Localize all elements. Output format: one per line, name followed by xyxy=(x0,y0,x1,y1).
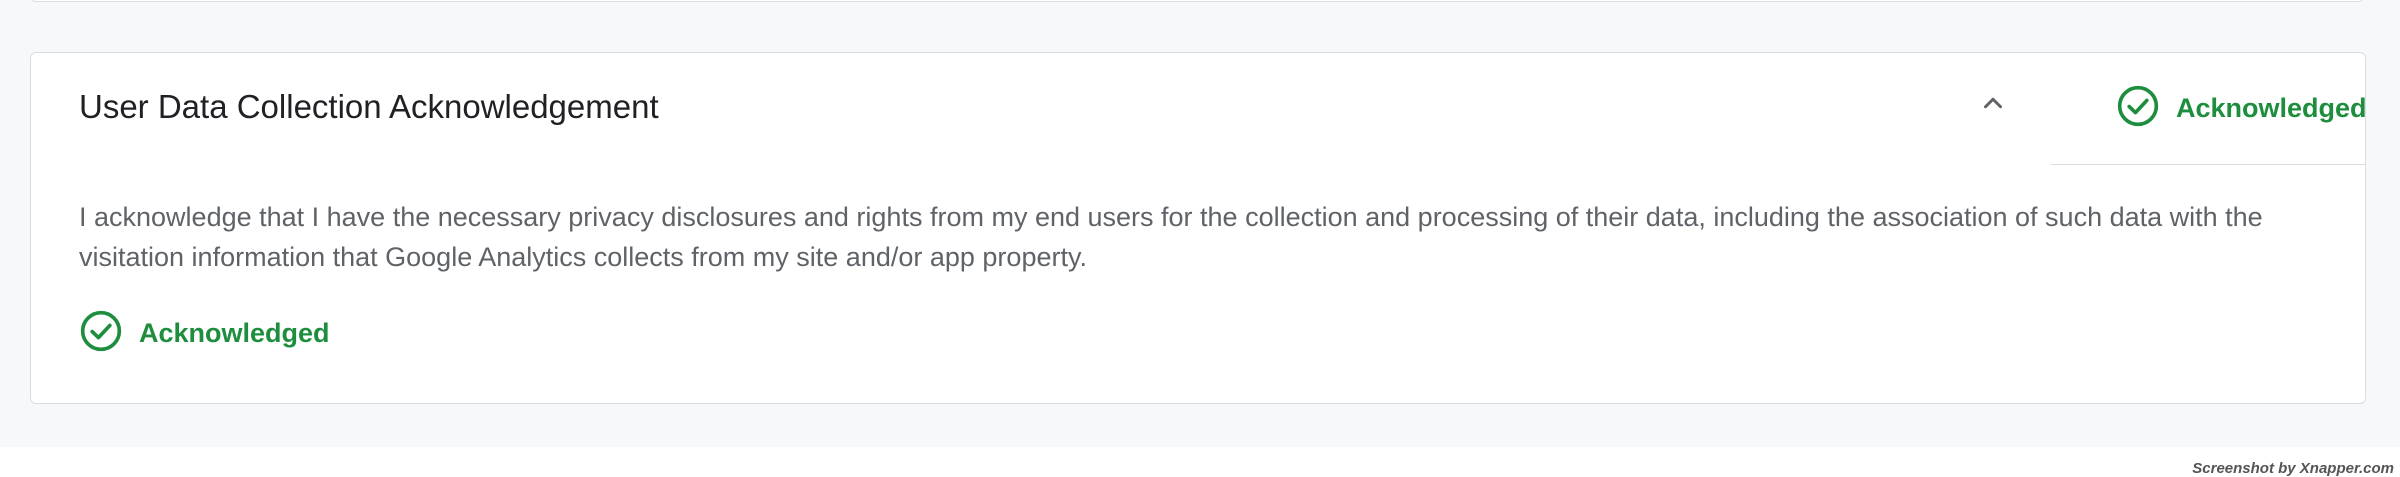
collapse-button[interactable] xyxy=(1971,83,2015,127)
chevron-up-icon xyxy=(1978,88,2008,123)
status-label: Acknowledged xyxy=(2176,93,2367,123)
acknowledgement-text: I acknowledge that I have the necessary … xyxy=(79,202,2263,272)
check-circle-icon xyxy=(2116,84,2160,133)
acknowledged-status: Acknowledged xyxy=(2116,84,2367,133)
footer-status: Acknowledged xyxy=(79,309,330,358)
acknowledgement-card: User Data Collection Acknowledgement Ack… xyxy=(30,52,2367,404)
status-header-cell: Acknowledged xyxy=(2051,53,2367,165)
check-circle-icon xyxy=(79,309,123,358)
card-title: User Data Collection Acknowledgement xyxy=(79,88,659,125)
previous-card-bottom xyxy=(30,0,2364,2)
watermark: Screenshot by Xnapper.com xyxy=(2192,460,2394,477)
acknowledged-status-footer: Acknowledged xyxy=(79,309,330,358)
footer-status-label: Acknowledged xyxy=(139,318,330,348)
